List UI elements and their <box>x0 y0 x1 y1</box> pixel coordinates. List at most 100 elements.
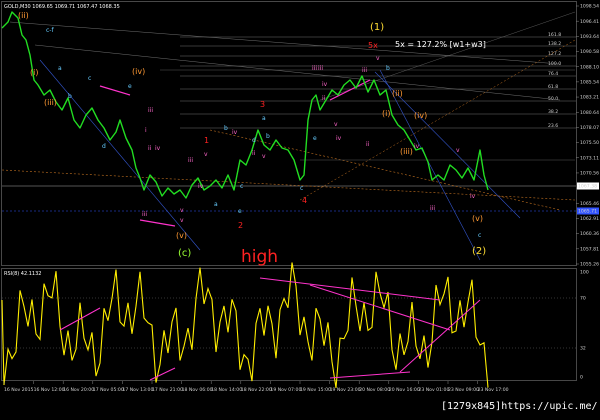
rsi-axis-label: 0 <box>580 375 583 381</box>
price-axis-label: 1085.54 <box>580 79 599 85</box>
wave-label: iv <box>336 135 342 142</box>
price-axis-label: 1088.10 <box>580 64 599 70</box>
time-axis-label: 23 Nov 17:00 <box>478 387 509 393</box>
wave-label: c <box>300 185 303 192</box>
wave-label: iv <box>414 143 420 150</box>
wave-label: a <box>214 201 218 208</box>
wave-label: (ii) <box>18 11 29 20</box>
wave-label: v <box>180 207 184 214</box>
wave-label: b <box>224 125 228 132</box>
wave-label: ii <box>322 95 326 102</box>
fib-level-label: 127.2 <box>548 51 561 57</box>
price-axis-label: 1073.11 <box>580 155 599 161</box>
wave-label: d <box>102 143 106 150</box>
time-axis-label: 16 Nov 20:00 <box>63 387 94 393</box>
wave-label: ii <box>148 145 152 152</box>
wave-label: v <box>180 217 184 224</box>
wave-label: iii <box>430 205 435 212</box>
time-axis-label: 18 Nov 14:00 <box>211 387 242 393</box>
current-price-label: 1065.71 <box>578 209 597 215</box>
price-axis-label: 1070.56 <box>580 171 599 177</box>
fib-level-label: 23.6 <box>548 123 558 129</box>
chart-canvas[interactable]: 161.8138.2127.2100.076.461.850.038.223.6… <box>0 0 600 416</box>
wave-label: a <box>58 65 62 72</box>
fib-level-label: 61.8 <box>548 84 558 90</box>
wave-label: v <box>334 121 338 128</box>
high-label: high <box>241 247 278 267</box>
wave-label: a <box>262 115 266 122</box>
price-axis-label: 1065.46 <box>580 201 599 207</box>
wave-label: 1 <box>204 136 209 145</box>
time-axis-label: 20 Nov 08:00 <box>359 387 390 393</box>
wave-label: (iii) <box>44 98 57 107</box>
wave-label: (iv) <box>132 67 145 76</box>
fib-level-label: 76.4 <box>548 71 558 77</box>
wave-label: iii <box>188 157 193 164</box>
wave-label: 5x <box>368 41 378 50</box>
wave-label: iv <box>470 193 476 200</box>
price-axis-label: 1098.54 <box>580 4 599 10</box>
wave-label: iv <box>198 183 204 190</box>
wave-label: iv <box>155 145 161 152</box>
chart-window: 161.8 138.2 127.2 100.0 76.4 61.8 50.0 38.2 23.6… <box>0 0 600 416</box>
price-panel-header: GOLD,M30 1069.65 1069.71 1067.47 1068.35 <box>4 4 120 10</box>
time-axis-label: 19 Nov 15:00 <box>300 387 331 393</box>
wave-label: iii <box>312 65 317 72</box>
rsi-axis-label: 32 <box>580 346 586 352</box>
wave-label: v <box>376 55 380 62</box>
time-axis-label: 18 Nov 06:00 <box>182 387 213 393</box>
wave-label: b <box>266 133 270 140</box>
wave-label: 3 <box>260 100 265 109</box>
rsi-axis-label: 100 <box>580 270 589 276</box>
wave-label: iv <box>232 129 238 136</box>
wave-label: b <box>68 93 72 100</box>
wave-label: c <box>478 232 481 239</box>
time-axis-label: 17 Nov 05:00 <box>93 387 124 393</box>
time-axis-label: 19 Nov 07:00 <box>270 387 301 393</box>
price-axis-label: 1057.81 <box>580 246 599 252</box>
wave-label: (i) <box>30 68 38 77</box>
wave-label: ii <box>252 150 256 157</box>
time-axis-label: 17 Nov 21:00 <box>152 387 183 393</box>
wave-label: iv <box>322 81 328 88</box>
current-price-label: 1067.38 <box>578 184 597 190</box>
time-axis-label: 19 Nov 23:00 <box>330 387 361 393</box>
wave-label: 5x = 127.2% [w1+w3] <box>395 40 486 49</box>
wave-label: (1) <box>370 22 384 33</box>
time-axis-label: 23 Nov 09:00 <box>448 387 479 393</box>
time-axis-label: 23 Nov 01:00 <box>418 387 449 393</box>
wave-label: iii <box>362 67 367 74</box>
price-axis-label: 1060.36 <box>580 231 599 237</box>
time-axis-label: 16 Nov 12:00 <box>34 387 65 393</box>
wave-label: iii <box>318 65 323 72</box>
wave-label: v <box>262 153 266 160</box>
wave-label: iii <box>142 211 147 218</box>
wave-label: v <box>456 147 460 154</box>
wave-label: (iii) <box>400 147 413 156</box>
wave-label: b <box>386 65 390 72</box>
time-axis-label: 16 Nov 2015 <box>4 387 33 393</box>
wave-label: 2 <box>238 221 243 230</box>
wave-label: d <box>252 137 256 144</box>
price-axis-label: 1075.50 <box>580 140 599 146</box>
price-axis-label: 1093.64 <box>580 34 599 40</box>
wave-label: iii <box>148 107 153 114</box>
wave-label: c-f <box>46 27 54 34</box>
wave-label: 4 <box>302 196 307 205</box>
wave-label: (ii) <box>392 89 403 98</box>
wave-label: (v) <box>472 214 483 223</box>
time-axis-label: 18 Nov 22:00 <box>241 387 272 393</box>
fib-level-label: 161.8 <box>548 32 561 38</box>
wave-label: (2) <box>472 246 486 257</box>
price-axis-label: 1096.41 <box>580 19 599 25</box>
rsi-panel-header: RSI(8) 42.1132 <box>4 271 41 277</box>
fib-level-label: 38.2 <box>548 109 558 115</box>
fib-level-label: 138.2 <box>548 41 561 47</box>
wave-label: (i) <box>382 109 390 118</box>
wave-label: e <box>128 83 132 90</box>
price-axis-label: 1062.91 <box>580 216 599 222</box>
watermark-text: [1279x845]https://upic.me/ <box>441 401 598 412</box>
rsi-axis-label: 70 <box>580 296 586 302</box>
time-axis-label: 17 Nov 13:00 <box>122 387 153 393</box>
price-axis-label: 1078.07 <box>580 125 599 131</box>
